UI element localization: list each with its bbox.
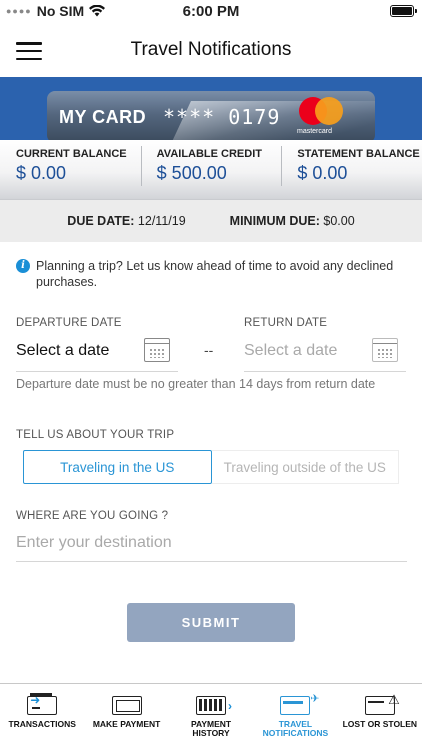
- calendar-icon[interactable]: [372, 338, 398, 362]
- nav-label: MAKE PAYMENT: [92, 719, 161, 729]
- transactions-icon: [27, 693, 58, 715]
- destination-label: WHERE ARE YOU GOING ?: [16, 510, 169, 522]
- statement-balance: STATEMENT BALANCE $ 0.00: [281, 140, 422, 199]
- due-summary: DUE DATE: 12/11/19 MINIMUM DUE: $0.00: [0, 200, 422, 242]
- balance-value: $ 0.00: [16, 163, 67, 183]
- status-time: 6:00 PM: [182, 3, 240, 20]
- return-date-field[interactable]: Select a date: [244, 334, 406, 372]
- calendar-icon[interactable]: [144, 338, 170, 362]
- travel-icon: [280, 692, 319, 715]
- balance-label: CURRENT BALANCE: [16, 148, 127, 160]
- lost-stolen-icon: [364, 692, 400, 715]
- balance-summary: CURRENT BALANCE $ 0.00 AVAILABLE CREDIT …: [0, 140, 422, 200]
- card-banner: MY CARD **** 0179 mastercard: [0, 77, 422, 140]
- payment-icon: [111, 696, 142, 715]
- nav-item-make-payment[interactable]: MAKE PAYMENT: [84, 684, 168, 750]
- card-name: MY CARD: [59, 107, 147, 127]
- destination-input[interactable]: [16, 526, 407, 552]
- page-title: Travel Notifications: [130, 38, 292, 60]
- payment-history-icon: [196, 696, 232, 715]
- nav-label: TRANSACTIONS: [8, 719, 76, 729]
- departure-date-field[interactable]: Select a date: [16, 334, 178, 372]
- info-message: i Planning a trip? Let us know ahead of …: [16, 258, 406, 290]
- card-number: **** 0179: [163, 105, 281, 129]
- due-date-label: DUE DATE:: [67, 214, 135, 228]
- nav-item-transactions[interactable]: TRANSACTIONS: [0, 684, 84, 750]
- nav-item-lost-or-stolen[interactable]: LOST OR STOLEN: [338, 684, 422, 750]
- trip-option-international[interactable]: Traveling outside of the US: [211, 450, 399, 484]
- nav-item-travel-notifications[interactable]: TRAVEL NOTIFICATIONS: [253, 684, 337, 750]
- submit-button[interactable]: SUBMIT: [127, 603, 295, 642]
- balance-value: $ 500.00: [156, 163, 227, 183]
- info-icon: i: [16, 259, 30, 273]
- minimum-due-value: $0.00: [323, 214, 355, 228]
- bottom-nav: TRANSACTIONS MAKE PAYMENT PAYMENT HISTOR…: [0, 683, 422, 750]
- nav-label: PAYMENT HISTORY: [190, 719, 232, 738]
- credit-card-image: MY CARD **** 0179 mastercard: [47, 91, 375, 140]
- trip-option-us[interactable]: Traveling in the US: [23, 450, 212, 484]
- available-credit: AVAILABLE CREDIT $ 500.00: [140, 140, 282, 199]
- nav-item-payment-history[interactable]: PAYMENT HISTORY: [169, 684, 253, 750]
- menu-icon[interactable]: [16, 42, 42, 60]
- date-hint: Departure date must be no greater than 1…: [16, 377, 376, 391]
- mastercard-logo-icon: [299, 97, 345, 127]
- destination-field: [16, 526, 407, 562]
- departure-date-label: DEPARTURE DATE: [16, 317, 122, 329]
- balance-label: AVAILABLE CREDIT: [156, 148, 262, 160]
- due-date-value: 12/11/19: [137, 214, 186, 228]
- balance-label: STATEMENT BALANCE: [297, 148, 420, 160]
- app-header: Travel Notifications: [0, 22, 422, 77]
- current-balance: CURRENT BALANCE $ 0.00: [0, 140, 141, 199]
- battery-icon: [390, 5, 417, 17]
- return-date-placeholder: Select a date: [244, 342, 338, 359]
- status-bar: ●●●● No SIM 6:00 PM: [0, 0, 422, 22]
- departure-date-value: Select a date: [16, 342, 110, 359]
- return-date-label: RETURN DATE: [244, 317, 328, 329]
- minimum-due: MINIMUM DUE: $0.00: [230, 214, 355, 228]
- trip-type-label: TELL US ABOUT YOUR TRIP: [16, 429, 175, 441]
- info-text: Planning a trip? Let us know ahead of ti…: [36, 259, 394, 289]
- minimum-due-label: MINIMUM DUE:: [229, 214, 320, 228]
- date-separator: --: [204, 342, 214, 358]
- balance-value: $ 0.00: [297, 163, 348, 183]
- trip-type-selector: Traveling in the US Traveling outside of…: [23, 450, 399, 484]
- nav-label: TRAVEL NOTIFICATIONS: [262, 719, 329, 738]
- card-network: mastercard: [297, 128, 333, 135]
- nav-label: LOST OR STOLEN: [342, 719, 418, 729]
- due-date: DUE DATE: 12/11/19: [67, 214, 185, 228]
